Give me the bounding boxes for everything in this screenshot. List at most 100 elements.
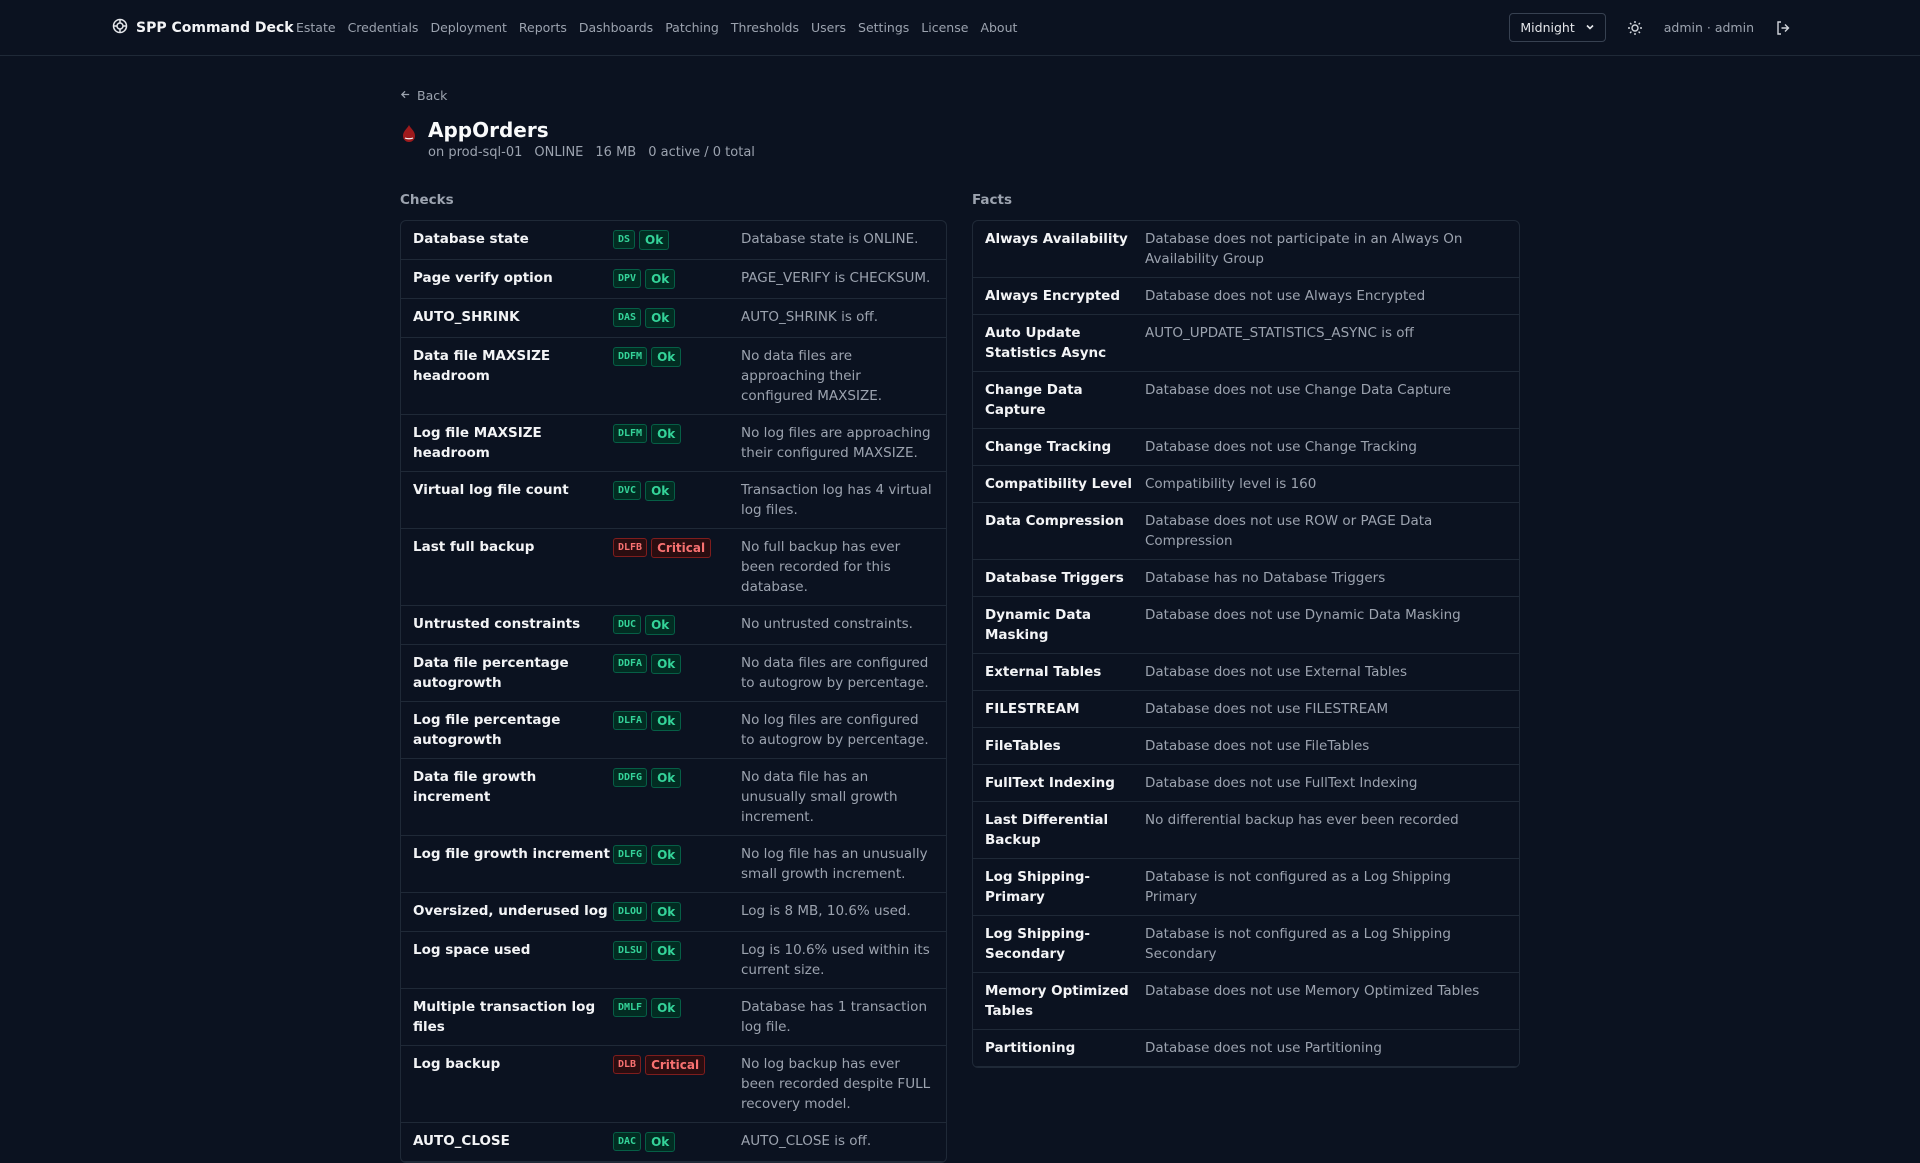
check-code-badge: DLSU [613,941,648,960]
fact-name: FullText Indexing [985,775,1115,791]
check-row[interactable]: Data file MAXSIZE headroom DDFM Ok No data … [401,338,946,415]
logout-icon[interactable] [1774,19,1792,37]
check-code-badge: DMLF [613,998,648,1017]
nav-users[interactable]: Users [811,20,846,35]
check-row[interactable]: Log space used DLSU Ok Log is 10.6% used wi… [401,932,946,989]
check-detail: Log is 8 MB, 10.6% used. [741,903,911,919]
fact-row: Dynamic Data Masking Database does not us… [973,597,1519,654]
fact-name: Database Triggers [985,570,1124,586]
check-badges: DLFA Ok [613,710,741,750]
nav-estate[interactable]: Estate [296,20,336,35]
fact-value: Database does not use FILESTREAM [1145,701,1389,717]
check-name: Log file MAXSIZE headroom [413,425,542,461]
check-row[interactable]: Multiple transaction log files DMLF Ok Data… [401,989,946,1046]
database-server: on prod-sql-01 [428,145,523,160]
status-badge: Ok [651,347,682,367]
check-code-badge: DS [613,230,636,249]
database-header: AppOrders on prod-sql-01 ONLINE 16 MB 0 … [400,117,1520,160]
check-code-badge: DLFB [613,538,648,557]
check-row[interactable]: Data file growth increment DDFG Ok No data … [401,759,946,836]
nav-patching[interactable]: Patching [665,20,719,35]
check-detail: PAGE_VERIFY is CHECKSUM. [741,270,931,286]
status-badge: Ok [651,845,682,865]
check-name: Data file growth increment [413,769,537,805]
check-badges: DMLF Ok [613,997,741,1037]
check-row[interactable]: Data file percentage autogrowth DDFA Ok No … [401,645,946,702]
database-state: ONLINE [534,145,584,160]
fact-value: Database does not use External Tables [1145,664,1407,680]
fact-name: Compatibility Level [985,476,1132,492]
check-row[interactable]: AUTO_CLOSE DAC Ok AUTO_CLOSE is off. [401,1123,946,1162]
fact-row: Log Shipping-Secondary Database is not co… [973,916,1519,973]
status-badge: Ok [651,768,682,788]
sun-icon[interactable] [1626,19,1644,37]
fact-name: Memory Optimized Tables [985,983,1129,1019]
check-code-badge: DLFA [613,711,648,730]
check-code-badge: DDFA [613,654,648,673]
check-name: Log file percentage autogrowth [413,712,561,748]
fact-row: FullText Indexing Database does not use F… [973,765,1519,802]
fact-row: Last Differential Backup No differential … [973,802,1519,859]
check-row[interactable]: Log backup DLB Critical No log backup has e… [401,1046,946,1123]
check-detail: No full backup has ever been recorded fo… [741,539,901,595]
check-row[interactable]: Database state DS Ok Database state is ONLI… [401,221,946,260]
top-bar: SPP Command Deck Estate Credentials Depl… [0,0,1920,56]
fact-row: Partitioning Database does not use Partit… [973,1030,1519,1067]
check-row[interactable]: Page verify option DPV Ok PAGE_VERIFY is CH… [401,260,946,299]
check-row[interactable]: Log file MAXSIZE headroom DLFM Ok No log fi… [401,415,946,472]
check-row[interactable]: AUTO_SHRINK DAS Ok AUTO_SHRINK is off. [401,299,946,338]
check-badges: DLFM Ok [613,423,741,463]
check-name: AUTO_SHRINK [413,309,520,325]
status-badge: Ok [645,269,676,289]
nav-dashboards[interactable]: Dashboards [579,20,653,35]
fact-row: External Tables Database does not use Ext… [973,654,1519,691]
nav-about[interactable]: About [980,20,1017,35]
check-name: Last full backup [413,539,535,555]
fact-name: Data Compression [985,513,1124,529]
check-detail: No log files are configured to autogrow … [741,712,929,748]
fact-name: Dynamic Data Masking [985,607,1092,643]
check-badges: DLOU Ok [613,901,741,923]
nav-deployment[interactable]: Deployment [430,20,506,35]
nav-reports[interactable]: Reports [519,20,567,35]
status-badge: Critical [645,1055,706,1075]
check-code-badge: DDFG [613,768,648,787]
check-row[interactable]: Untrusted constraints DUC Ok No untrusted c… [401,606,946,645]
fact-value: Database does not use ROW or PAGE Data C… [1145,513,1433,549]
check-badges: DVC Ok [613,480,741,520]
nav-license[interactable]: License [921,20,968,35]
check-detail: Database state is ONLINE. [741,231,919,247]
fact-name: Always Availability [985,231,1128,247]
fact-value: Database does not use FullText Indexing [1145,775,1418,791]
check-row[interactable]: Oversized, underused log DLOU Ok Log is 8 M… [401,893,946,932]
nav-settings[interactable]: Settings [858,20,909,35]
fact-value: Database does not use Change Data Captur… [1145,382,1451,398]
status-badge: Ok [651,998,682,1018]
database-sessions: 0 active / 0 total [648,145,755,160]
back-link[interactable]: Back [400,88,1520,103]
theme-select[interactable]: Midnight [1509,13,1606,42]
nav-credentials[interactable]: Credentials [348,20,419,35]
status-badge: Ok [651,711,682,731]
check-badges: DLB Critical [613,1054,741,1114]
check-badges: DLFB Critical [613,537,741,597]
check-badges: DS Ok [613,229,741,251]
check-row[interactable]: Log file percentage autogrowth DLFA Ok No l… [401,702,946,759]
fact-value: Database does not use Always Encrypted [1145,288,1426,304]
check-row[interactable]: Virtual log file count DVC Ok Transaction l… [401,472,946,529]
main-nav: Estate Credentials Deployment Reports Da… [296,0,1017,55]
brand[interactable]: SPP Command Deck [112,0,294,55]
arrow-left-icon [400,88,411,103]
fact-row: FileTables Database does not use FileTabl… [973,728,1519,765]
check-name: Log backup [413,1056,501,1072]
header-right: Midnight admin · admin [1509,0,1792,55]
app-title: SPP Command Deck [136,19,294,36]
status-badge: Critical [651,538,712,558]
check-row[interactable]: Log file growth increment DLFG Ok No log fi… [401,836,946,893]
check-code-badge: DVC [613,481,642,500]
check-row[interactable]: Last full backup DLFB Critical No full back… [401,529,946,606]
check-badges: DAC Ok [613,1131,741,1153]
nav-thresholds[interactable]: Thresholds [731,20,799,35]
fact-row: Auto Update Statistics Async AUTO_UPDATE_… [973,315,1519,372]
check-badges: DDFG Ok [613,767,741,827]
